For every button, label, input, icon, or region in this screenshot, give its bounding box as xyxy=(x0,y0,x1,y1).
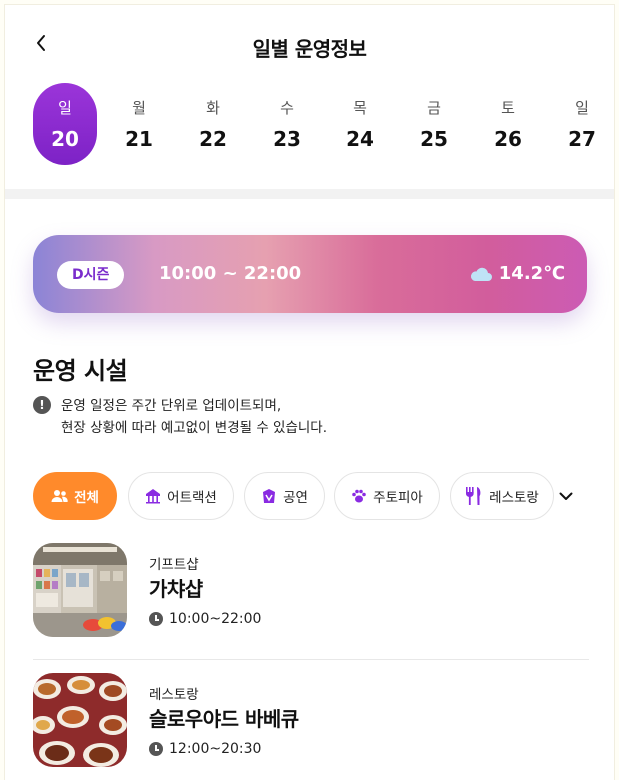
filter-chip-label: 전체 xyxy=(74,490,99,506)
item-divider xyxy=(33,659,589,660)
day-number: 24 xyxy=(346,127,374,151)
expand-filters-button[interactable] xyxy=(553,483,579,509)
filter-chip-label: 어트랙션 xyxy=(167,490,217,506)
day-number: 20 xyxy=(51,127,79,151)
facility-hours-text: 10:00~22:00 xyxy=(169,611,262,627)
facility-name: 슬로우야드 바베큐 xyxy=(149,707,299,731)
facility-name: 가챠샵 xyxy=(149,577,203,601)
day-number: 25 xyxy=(420,127,448,151)
season-card: D시즌 10:00 ~ 22:00 14.2℃ xyxy=(33,235,587,313)
day-item[interactable]: 화 22 xyxy=(181,83,245,165)
filter-chip-label: 주토피아 xyxy=(373,490,423,506)
facility-item[interactable]: 레스토랑 슬로우야드 바베큐 12:00~20:30 xyxy=(33,673,593,773)
filter-chips: 전체 어트랙션 공연 주토피아 레스토랑 xyxy=(33,472,613,520)
facility-thumbnail xyxy=(33,673,127,767)
day-of-week: 금 xyxy=(427,99,441,117)
weather: 14.2℃ xyxy=(469,263,565,284)
section-divider xyxy=(5,189,614,199)
facilities-title: 운영 시설 xyxy=(33,357,128,385)
facility-thumbnail xyxy=(33,543,127,637)
day-number: 27 xyxy=(568,127,596,151)
facility-hours: 10:00~22:00 xyxy=(149,611,261,627)
info-icon: ! xyxy=(33,396,51,414)
facility-item[interactable]: 기프트샵 가챠샵 10:00~22:00 xyxy=(33,543,593,643)
day-item[interactable]: 수 23 xyxy=(255,83,319,165)
clock-icon xyxy=(149,612,163,626)
filter-chip-all[interactable]: 전체 xyxy=(33,472,117,520)
gift-shop-image xyxy=(33,543,127,637)
clock-icon xyxy=(149,742,163,756)
filter-chip-performance[interactable]: 공연 xyxy=(244,472,325,520)
facility-category: 레스토랑 xyxy=(149,687,199,703)
chevron-down-icon xyxy=(559,492,573,500)
performance-icon xyxy=(263,489,276,503)
notice-text: 운영 일정은 주간 단위로 업데이트되며, 현장 상황에 따라 예고없이 변경될… xyxy=(61,395,327,439)
day-of-week: 목 xyxy=(353,99,367,117)
filter-chip-restaurant[interactable]: 레스토랑 xyxy=(450,472,554,520)
filter-chip-attraction[interactable]: 어트랙션 xyxy=(128,472,234,520)
day-of-week: 토 xyxy=(501,99,515,117)
notice-line: 운영 일정은 주간 단위로 업데이트되며, xyxy=(61,398,282,414)
paw-icon xyxy=(352,489,366,503)
day-number: 26 xyxy=(494,127,522,151)
carousel-icon xyxy=(146,489,161,504)
fork-knife-icon xyxy=(466,487,481,505)
day-of-week: 일 xyxy=(58,99,72,117)
operating-hours: 10:00 ~ 22:00 xyxy=(159,263,302,284)
temperature: 14.2℃ xyxy=(498,263,565,284)
filter-chip-label: 레스토랑 xyxy=(489,490,539,506)
day-number: 21 xyxy=(125,127,153,151)
day-number: 23 xyxy=(273,127,301,151)
notice-line: 현장 상황에 따라 예고없이 변경될 수 있습니다. xyxy=(61,420,328,436)
app-frame: 일별 운영정보 일 20 월 21 화 22 수 23 목 24 금 25 토 … xyxy=(4,4,615,780)
people-icon xyxy=(51,490,68,502)
day-of-week: 화 xyxy=(206,99,220,117)
filter-chip-label: 공연 xyxy=(283,490,308,506)
facility-hours-text: 12:00~20:30 xyxy=(169,741,262,757)
day-of-week: 일 xyxy=(575,99,589,117)
day-selector: 일 20 월 21 화 22 수 23 목 24 금 25 토 26 일 27 xyxy=(5,83,614,173)
day-item[interactable]: 월 21 xyxy=(107,83,171,165)
day-number: 22 xyxy=(199,127,227,151)
barbecue-image xyxy=(33,673,127,767)
cloud-icon xyxy=(470,267,492,281)
header: 일별 운영정보 xyxy=(5,5,614,85)
notice: ! 운영 일정은 주간 단위로 업데이트되며, 현장 상황에 따라 예고없이 변… xyxy=(33,395,327,439)
facility-hours: 12:00~20:30 xyxy=(149,741,261,757)
season-badge: D시즌 xyxy=(57,261,125,289)
facility-category: 기프트샵 xyxy=(149,557,199,573)
day-item[interactable]: 금 25 xyxy=(402,83,466,165)
day-item[interactable]: 일 20 xyxy=(33,83,97,165)
day-item[interactable]: 일 27 xyxy=(550,83,614,165)
day-item[interactable]: 토 26 xyxy=(476,83,540,165)
day-item[interactable]: 목 24 xyxy=(328,83,392,165)
day-of-week: 월 xyxy=(132,99,146,117)
filter-chip-zootopia[interactable]: 주토피아 xyxy=(334,472,440,520)
page-title: 일별 운영정보 xyxy=(252,37,367,61)
day-of-week: 수 xyxy=(280,99,294,117)
